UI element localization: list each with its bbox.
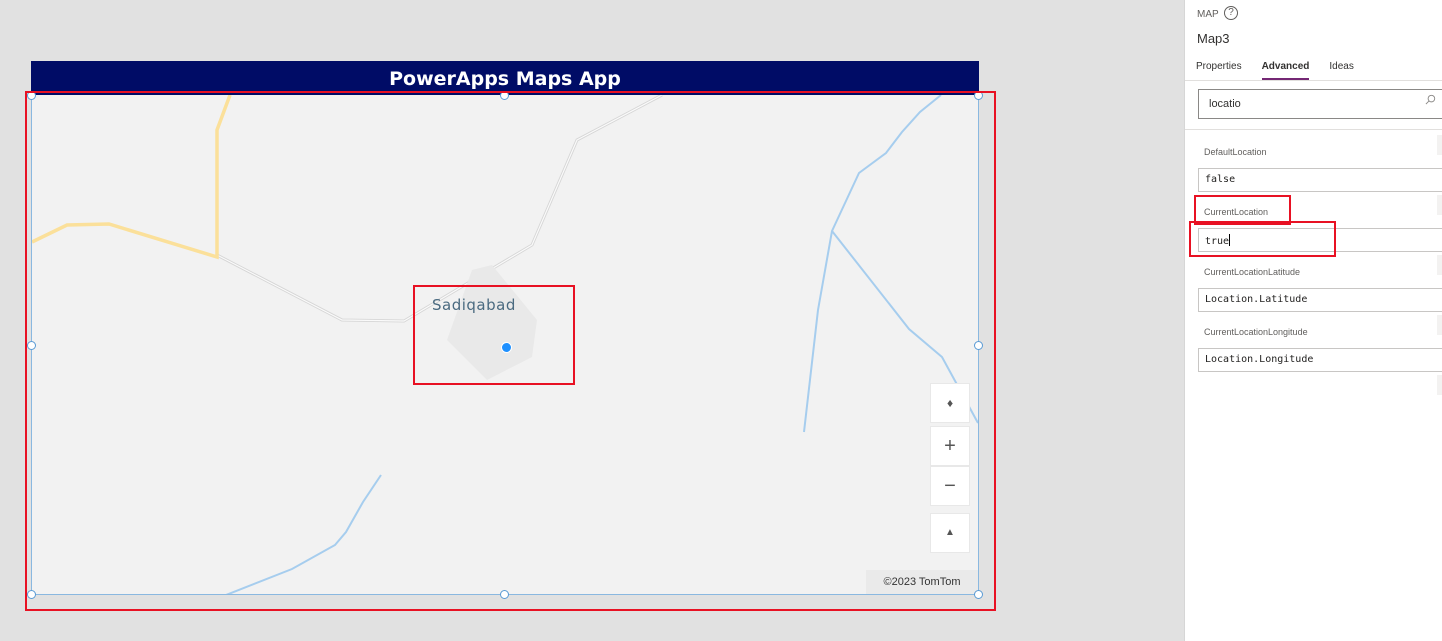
help-icon[interactable]: ? xyxy=(1224,6,1238,20)
tab-properties[interactable]: Properties xyxy=(1196,61,1242,80)
panel-tabs: Properties Advanced Ideas xyxy=(1196,61,1374,80)
prop-label-currentlocationlatitude: CurrentLocationLatitude xyxy=(1204,267,1301,277)
properties-panel: MAP ? Map3 Properties Advanced Ideas loc… xyxy=(1184,0,1442,641)
tab-advanced[interactable]: Advanced xyxy=(1261,61,1310,80)
prop-label-defaultlocation: DefaultLocation xyxy=(1204,147,1267,157)
control-type-label: MAP xyxy=(1197,9,1219,20)
scroll-strip xyxy=(1437,315,1442,335)
prop-field-currentlocationlongitude[interactable]: Location.Longitude xyxy=(1198,348,1442,372)
prop-field-defaultlocation[interactable]: false xyxy=(1198,168,1442,192)
scroll-strip xyxy=(1437,195,1442,215)
scroll-strip xyxy=(1437,255,1442,275)
prop-label-currentlocationlongitude: CurrentLocationLongitude xyxy=(1204,327,1308,337)
section-divider xyxy=(1185,129,1442,130)
search-icon[interactable] xyxy=(1425,94,1436,105)
highlight-location-area xyxy=(413,285,575,385)
app-header-title[interactable]: PowerApps Maps App xyxy=(31,61,979,95)
app-canvas: PowerApps Maps App Sadiqabad ♦ + − ▲ ©20… xyxy=(0,0,1183,641)
prop-field-currentlocationlatitude[interactable]: Location.Latitude xyxy=(1198,288,1442,312)
scroll-strip xyxy=(1437,375,1442,395)
scroll-strip xyxy=(1437,135,1442,155)
control-name[interactable]: Map3 xyxy=(1197,31,1230,46)
property-search-input[interactable]: locatio xyxy=(1198,89,1442,119)
tabs-divider xyxy=(1185,80,1442,81)
tab-ideas[interactable]: Ideas xyxy=(1329,61,1353,80)
highlight-currentlocation-field xyxy=(1189,221,1336,257)
